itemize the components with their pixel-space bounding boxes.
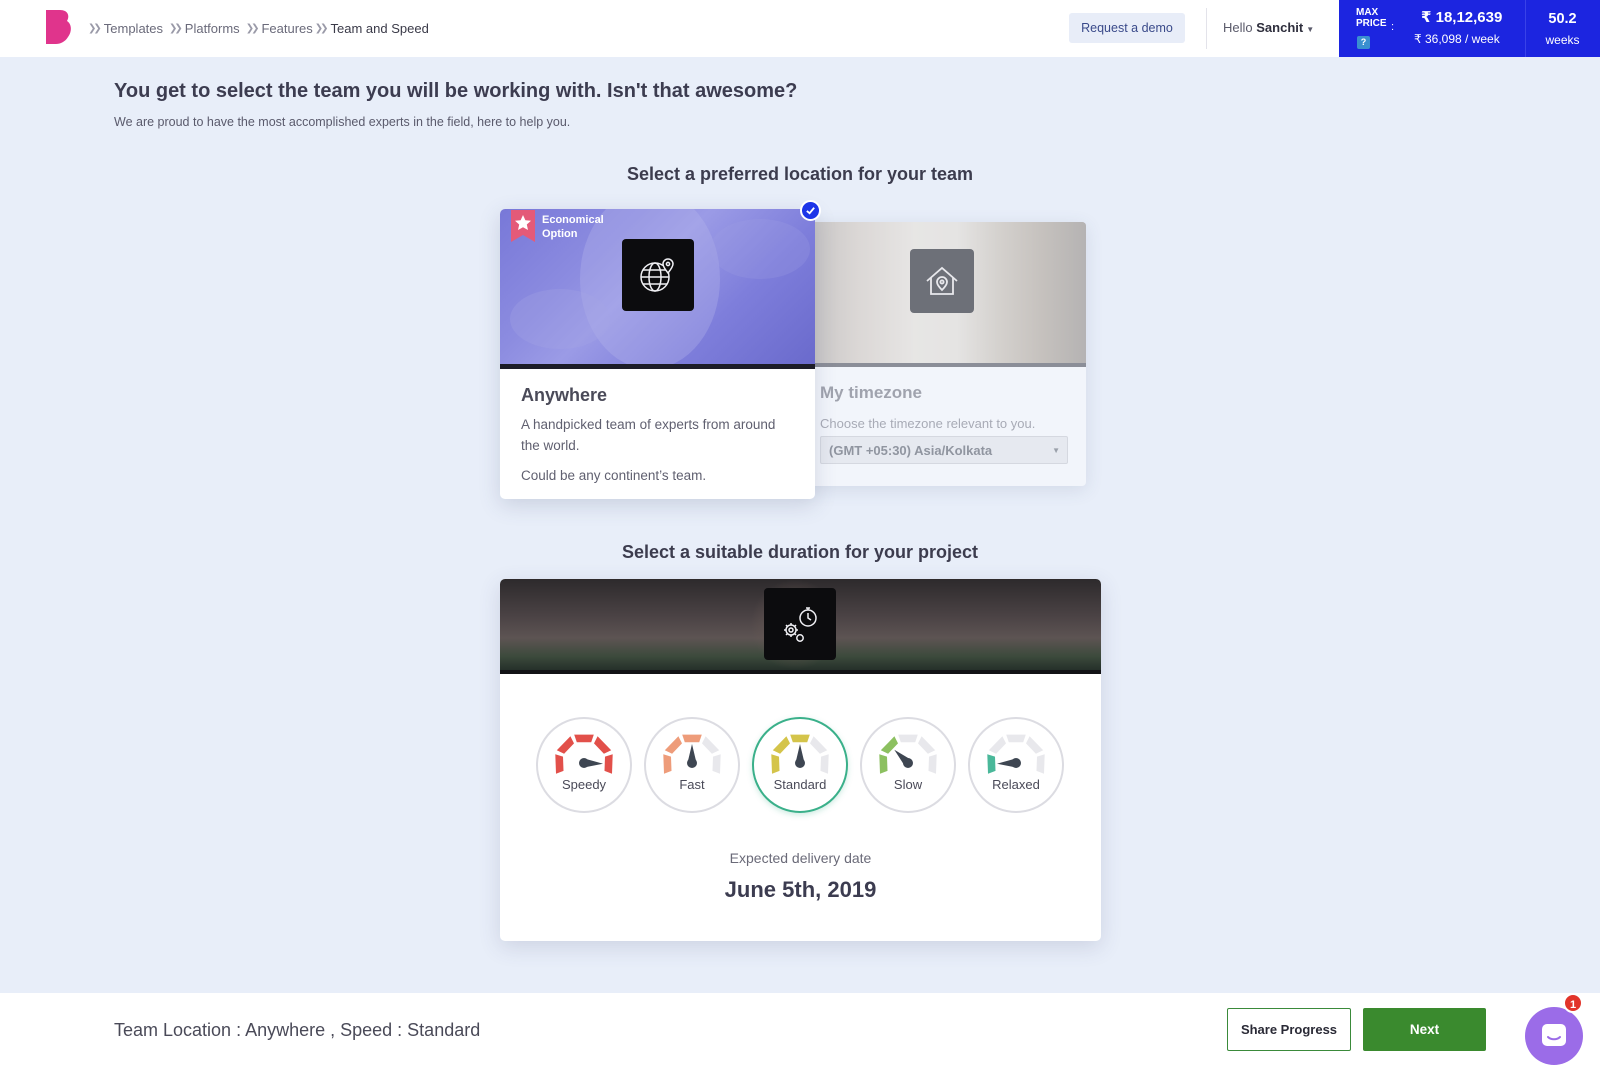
breadcrumb-item-features[interactable]: ❯❯ Features <box>240 21 313 36</box>
gauge-segment <box>663 754 672 774</box>
chevron-right-icon: ❯❯ <box>245 23 260 34</box>
location-section-title: Select a preferred location for your tea… <box>626 164 974 184</box>
speed-option-speedy[interactable]: Speedy <box>536 717 632 813</box>
chat-notification-badge: 1 <box>1563 993 1583 1013</box>
gauge-hub <box>687 758 697 768</box>
top-header: ❯❯ Templates ❯❯ Platforms ❯❯ Features ❯❯… <box>0 0 1600 57</box>
breadcrumb-item-current: ❯❯ Team and Speed <box>314 21 429 36</box>
gauge-segment <box>712 754 721 774</box>
chevron-down-icon: ▼ <box>1052 446 1060 455</box>
selected-check-icon <box>800 200 821 221</box>
speed-options: Speedy Fast Standard Slow Relaxed <box>536 717 1066 813</box>
gauge-segment <box>702 736 720 754</box>
speedometer-icon <box>987 734 1045 774</box>
user-menu[interactable]: Hello Sanchit ▼ <box>1223 20 1314 35</box>
weeks-value: 50.2 <box>1548 11 1577 27</box>
gears-stopwatch-icon <box>764 588 836 660</box>
gauge-hub <box>1011 758 1021 768</box>
expected-delivery-date: June 5th, 2019 <box>724 877 877 902</box>
anywhere-title: Anywhere <box>521 385 608 405</box>
gauge-hub <box>579 758 589 768</box>
chevron-right-icon: ❯❯ <box>88 23 102 34</box>
gauge-segment <box>664 736 682 754</box>
speed-option-fast[interactable]: Fast <box>644 717 740 813</box>
page-title: You get to select the team you will be w… <box>114 80 798 102</box>
breadcrumb-item-templates[interactable]: ❯❯ Templates <box>86 21 163 36</box>
gauge-segment <box>574 734 594 743</box>
economical-option-badge: Economical Option <box>542 214 604 240</box>
max-price-panel: MAX PRICE : ? ₹ 18,12,639 ₹ 36,098 / wee… <box>1339 0 1600 57</box>
weeks-label: weeks <box>1545 33 1580 47</box>
gauge-segment <box>555 754 564 774</box>
chevron-right-icon: ❯❯ <box>169 23 183 34</box>
speedometer-icon <box>879 734 937 774</box>
speed-option-relaxed[interactable]: Relaxed <box>968 717 1064 813</box>
gauge-segment <box>879 754 888 774</box>
gauge-segment <box>987 754 996 774</box>
selection-summary: Team Location : Anywhere , Speed : Stand… <box>114 1020 481 1040</box>
timezone-select[interactable]: (GMT +05:30) Asia/Kolkata ▼ <box>820 436 1068 464</box>
location-card-my-timezone[interactable]: My timezone Choose the timezone relevant… <box>800 222 1086 486</box>
gauge-segment <box>790 734 810 743</box>
next-button[interactable]: Next <box>1363 1008 1486 1051</box>
gauge-segment <box>898 734 918 743</box>
gauge-segment <box>1006 734 1026 743</box>
speedometer-icon <box>771 734 829 774</box>
location-card-anywhere[interactable]: Economical Option Anywhere A handpicked … <box>500 209 815 499</box>
chevron-right-icon: ❯❯ <box>314 23 329 34</box>
duration-section-title: Select a suitable duration for your proj… <box>621 542 979 562</box>
gauge-segment <box>594 736 612 754</box>
gauge-segment <box>810 736 828 754</box>
gauge-segment <box>771 754 780 774</box>
anywhere-description-2: Could be any continent’s team. <box>521 468 707 483</box>
request-demo-button[interactable]: Request a demo <box>1069 13 1185 43</box>
timezone-title: My timezone <box>820 383 923 402</box>
speed-option-slow[interactable]: Slow <box>860 717 956 813</box>
gauge-segment <box>772 736 790 754</box>
price-help-icon[interactable]: ? <box>1357 36 1370 49</box>
gauge-segment <box>1026 736 1044 754</box>
caret-down-icon: ▼ <box>1306 25 1315 34</box>
bottom-bar: Team Location : Anywhere , Speed : Stand… <box>0 993 1600 1069</box>
star-ribbon-icon <box>511 210 535 242</box>
speed-option-standard[interactable]: Standard <box>752 717 848 813</box>
user-name: Sanchit <box>1256 20 1304 35</box>
home-location-icon <box>910 249 974 313</box>
page-subtitle: We are proud to have the most accomplish… <box>114 115 571 129</box>
builder-logo-icon[interactable] <box>46 10 72 44</box>
gauge-segment <box>820 754 829 774</box>
gauge-segment <box>604 754 613 774</box>
globe-location-icon <box>622 239 694 311</box>
expected-delivery-label: Expected delivery date <box>729 850 872 866</box>
gauge-segment <box>928 754 937 774</box>
total-price: ₹ 18,12,639 <box>1421 9 1503 26</box>
gauge-segment <box>556 736 574 754</box>
gauge-segment <box>682 734 702 743</box>
max-price-label: MAX PRICE <box>1356 7 1387 29</box>
anywhere-description: A handpicked team of experts from around… <box>521 417 776 453</box>
duration-card: Speedy Fast Standard Slow Relaxed Expect… <box>500 579 1101 941</box>
speedometer-icon <box>663 734 721 774</box>
speedometer-icon <box>555 734 613 774</box>
breadcrumb-item-platforms[interactable]: ❯❯ Platforms <box>163 21 240 36</box>
gauge-hub <box>795 758 805 768</box>
breadcrumb: ❯❯ Templates ❯❯ Platforms ❯❯ Features ❯❯… <box>86 0 429 57</box>
header-divider <box>1206 8 1207 49</box>
chat-launcher-icon[interactable] <box>1525 1007 1583 1065</box>
timezone-description: Choose the timezone relevant to you. <box>820 416 1036 431</box>
gauge-segment <box>1036 754 1045 774</box>
gauge-segment <box>988 736 1006 754</box>
gauge-segment <box>918 736 936 754</box>
gauge-hub <box>903 758 913 768</box>
weekly-price: ₹ 36,098 / week <box>1414 32 1500 46</box>
share-progress-button[interactable]: Share Progress <box>1227 1008 1351 1051</box>
